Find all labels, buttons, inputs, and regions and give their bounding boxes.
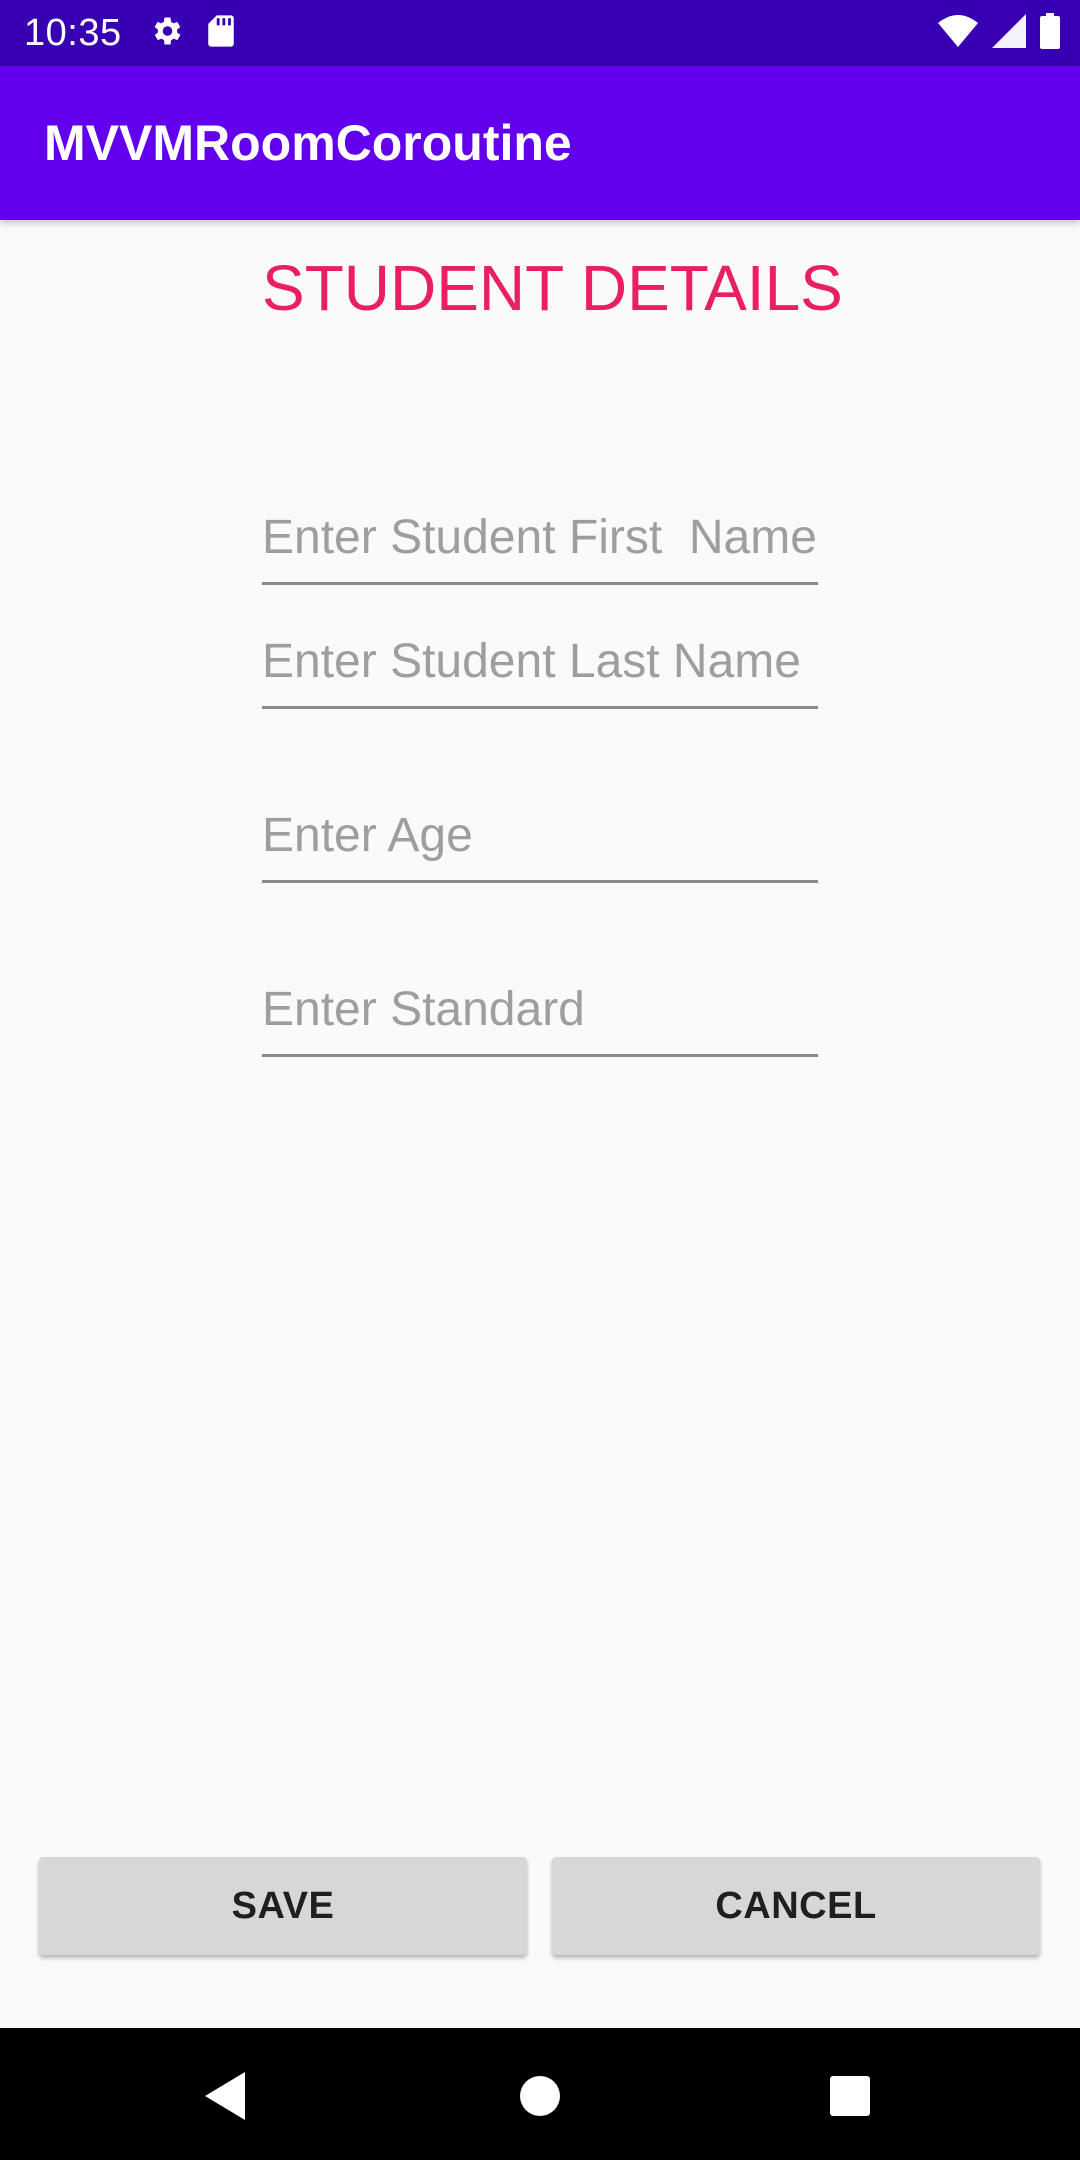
- app-bar: MVVMRoomCoroutine: [0, 66, 1080, 220]
- battery-icon: [1040, 12, 1060, 54]
- form-title: STUDENT DETAILS: [262, 252, 843, 324]
- navigation-bar: [0, 2028, 1080, 2160]
- status-bar: 10:35: [0, 0, 1080, 66]
- recents-icon[interactable]: [820, 2066, 880, 2126]
- status-left-icons: [148, 14, 236, 52]
- last-name-field[interactable]: [262, 616, 818, 709]
- gear-icon: [148, 13, 184, 54]
- age-input[interactable]: [262, 790, 818, 880]
- status-time: 10:35: [24, 12, 122, 54]
- sd-card-icon: [206, 14, 236, 53]
- standard-input[interactable]: [262, 964, 818, 1054]
- standard-field[interactable]: [262, 964, 818, 1057]
- first-name-field[interactable]: [262, 492, 818, 585]
- wifi-icon: [938, 14, 978, 52]
- home-icon[interactable]: [510, 2066, 570, 2126]
- save-button[interactable]: SAVE: [39, 1857, 527, 1955]
- status-right-icons: [938, 12, 1060, 54]
- back-icon[interactable]: [195, 2066, 255, 2126]
- cancel-button[interactable]: CANCEL: [552, 1857, 1040, 1955]
- first-name-input[interactable]: [262, 492, 818, 582]
- app-title: MVVMRoomCoroutine: [44, 115, 572, 171]
- signal-icon: [992, 13, 1026, 53]
- last-name-input[interactable]: [262, 616, 818, 706]
- age-field[interactable]: [262, 790, 818, 883]
